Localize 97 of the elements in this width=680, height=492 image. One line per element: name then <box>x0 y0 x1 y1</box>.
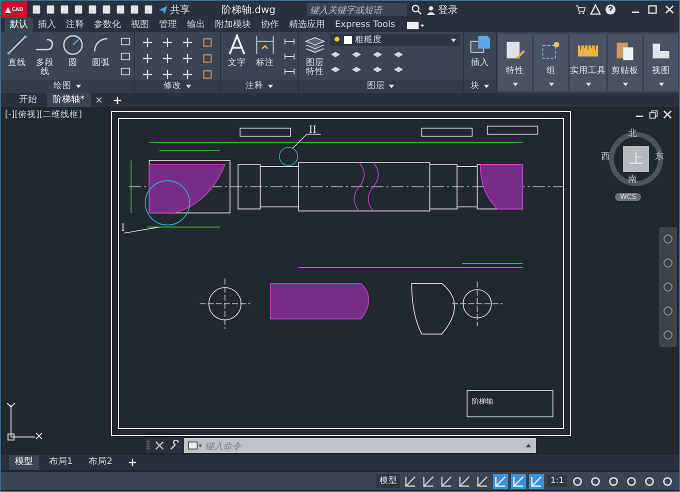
ribbon-tab[interactable]: Express Tools <box>330 18 400 32</box>
caret-icon[interactable] <box>266 83 274 90</box>
add-tab-icon[interactable] <box>128 458 138 467</box>
ribbon-tab[interactable]: 参数化 <box>89 18 126 32</box>
annotation-scale-button[interactable]: 1:1 <box>547 475 567 487</box>
viewport-label[interactable]: [-][俯视][二维线框] <box>5 109 82 121</box>
triangle-icon[interactable] <box>590 4 601 15</box>
user-icon <box>426 4 436 14</box>
cart-icon[interactable] <box>575 4 586 15</box>
layer-tool-icon[interactable] <box>351 64 362 75</box>
layer-tool-icon[interactable] <box>351 49 362 60</box>
ucs-axis-icon <box>5 403 45 443</box>
detail-label: II <box>308 125 317 136</box>
caret-icon[interactable] <box>184 83 192 90</box>
panel-title[interactable]: 图层 <box>367 80 385 93</box>
share-button[interactable]: 共享 <box>158 2 190 16</box>
ribbon-tool-button[interactable]: 圆 <box>60 34 86 80</box>
caret-icon[interactable] <box>658 81 664 88</box>
ribbon-tab[interactable]: 视图 <box>126 18 154 32</box>
detail-label: I <box>121 223 125 234</box>
collapsed-panel-button[interactable]: 视图 <box>644 34 678 91</box>
ribbon-tab[interactable]: 注释 <box>61 18 89 32</box>
color-swatch <box>344 36 352 44</box>
layout-tab[interactable]: 模型 <box>9 455 39 470</box>
text-tool-icon <box>226 34 248 56</box>
command-history-icon[interactable] <box>188 441 202 450</box>
file-tab[interactable]: 阶梯轴* <box>47 93 90 107</box>
ribbon-tab[interactable]: 附加模块 <box>210 18 256 32</box>
layer-tool-icon[interactable] <box>372 49 383 60</box>
line-tool-icon <box>6 34 28 56</box>
ribbon-tab[interactable]: 精选应用 <box>284 18 330 32</box>
window-title: 阶梯轴.dwg <box>220 4 277 16</box>
collapsed-panel-button[interactable]: 特性 <box>498 34 532 91</box>
collapsed-panel-button[interactable]: 实用工具 <box>570 34 606 91</box>
caret-icon <box>450 36 457 44</box>
maximize-icon[interactable] <box>647 4 658 15</box>
ribbon-tab[interactable]: 协作 <box>256 18 284 32</box>
compass-label[interactable]: 东 <box>655 150 664 163</box>
close-icon[interactable] <box>154 440 165 451</box>
linear-dimension-icon[interactable] <box>284 36 295 47</box>
insert-tool-icon <box>469 34 491 56</box>
grip-icon[interactable] <box>146 440 150 451</box>
layer-tool-icon[interactable] <box>330 49 341 60</box>
ribbon-tool-button[interactable]: 直线 <box>4 34 30 80</box>
panel-title[interactable]: 绘图 <box>54 80 72 93</box>
layer-name: 粗糙度 <box>355 34 382 46</box>
close-icon[interactable] <box>662 109 673 120</box>
caret-icon[interactable] <box>512 81 518 88</box>
wrench-icon[interactable] <box>169 440 180 451</box>
caret-icon[interactable] <box>388 83 395 90</box>
collapsed-panel-button[interactable]: 剪贴板 <box>608 34 642 91</box>
compass-label[interactable]: 南 <box>628 173 637 186</box>
caret-icon[interactable] <box>74 83 82 90</box>
ribbon-tab[interactable]: 输出 <box>182 18 210 32</box>
close-icon[interactable] <box>94 96 102 104</box>
layer-tool-icon[interactable] <box>372 64 383 75</box>
ribbon-tab[interactable]: 默认 <box>5 18 33 32</box>
compass-label[interactable]: 北 <box>628 127 637 140</box>
compass-label[interactable]: 西 <box>601 150 610 163</box>
layout-tab[interactable]: 布局2 <box>82 455 118 470</box>
ribbon-tool-button[interactable]: 标注 <box>252 34 278 80</box>
caret-icon[interactable] <box>584 81 592 88</box>
search-field[interactable]: 键入关键字或短语 <box>307 3 407 16</box>
layer-tool-icon[interactable] <box>393 49 404 60</box>
layout-tab[interactable]: 布局1 <box>43 455 79 470</box>
ribbon-tool-button[interactable]: 插入 <box>467 34 493 80</box>
paper-plane-icon <box>158 4 168 14</box>
ribbon-tab[interactable]: 管理 <box>154 18 182 32</box>
ribbon-tool-button[interactable]: 图层特性 <box>302 34 328 80</box>
help-icon[interactable] <box>605 4 616 15</box>
dimension-tool-icon <box>254 34 276 56</box>
caret-icon[interactable] <box>548 81 554 88</box>
group-panel-icon <box>540 40 562 62</box>
add-tab-icon[interactable] <box>112 96 122 104</box>
rectangle-icon[interactable] <box>120 36 131 47</box>
layer-dropdown[interactable]: 粗糙度 <box>330 34 460 46</box>
model-space-button[interactable]: 模型 <box>376 474 400 488</box>
layer-tool-icon[interactable] <box>330 64 341 75</box>
collapsed-panel-button[interactable]: 组 <box>534 34 568 91</box>
properties-panel-icon <box>504 40 526 62</box>
ribbon-tool-button[interactable]: 多段线 <box>32 34 58 80</box>
layer-tool-icon[interactable] <box>393 64 404 75</box>
lightbulb-icon <box>333 36 341 44</box>
ribbon-tool-button[interactable]: 文字 <box>224 34 250 80</box>
caret-icon[interactable] <box>525 442 532 449</box>
caret-icon[interactable] <box>622 81 628 88</box>
ribbon-tool-button[interactable]: 圆弧 <box>88 34 114 80</box>
circle-tool-icon <box>62 34 84 56</box>
restore-icon[interactable] <box>648 109 659 120</box>
file-tab[interactable]: 开始 <box>13 93 43 107</box>
search-icon[interactable] <box>411 4 422 15</box>
clipboard-panel-icon <box>614 40 636 62</box>
ribbon-tab[interactable]: 插入 <box>33 18 61 32</box>
caret-icon[interactable] <box>482 83 490 90</box>
dropdown-icon[interactable] <box>406 20 426 30</box>
command-line-field[interactable]: 键入命令 <box>184 438 536 453</box>
login-button[interactable]: 登录 <box>426 2 458 16</box>
